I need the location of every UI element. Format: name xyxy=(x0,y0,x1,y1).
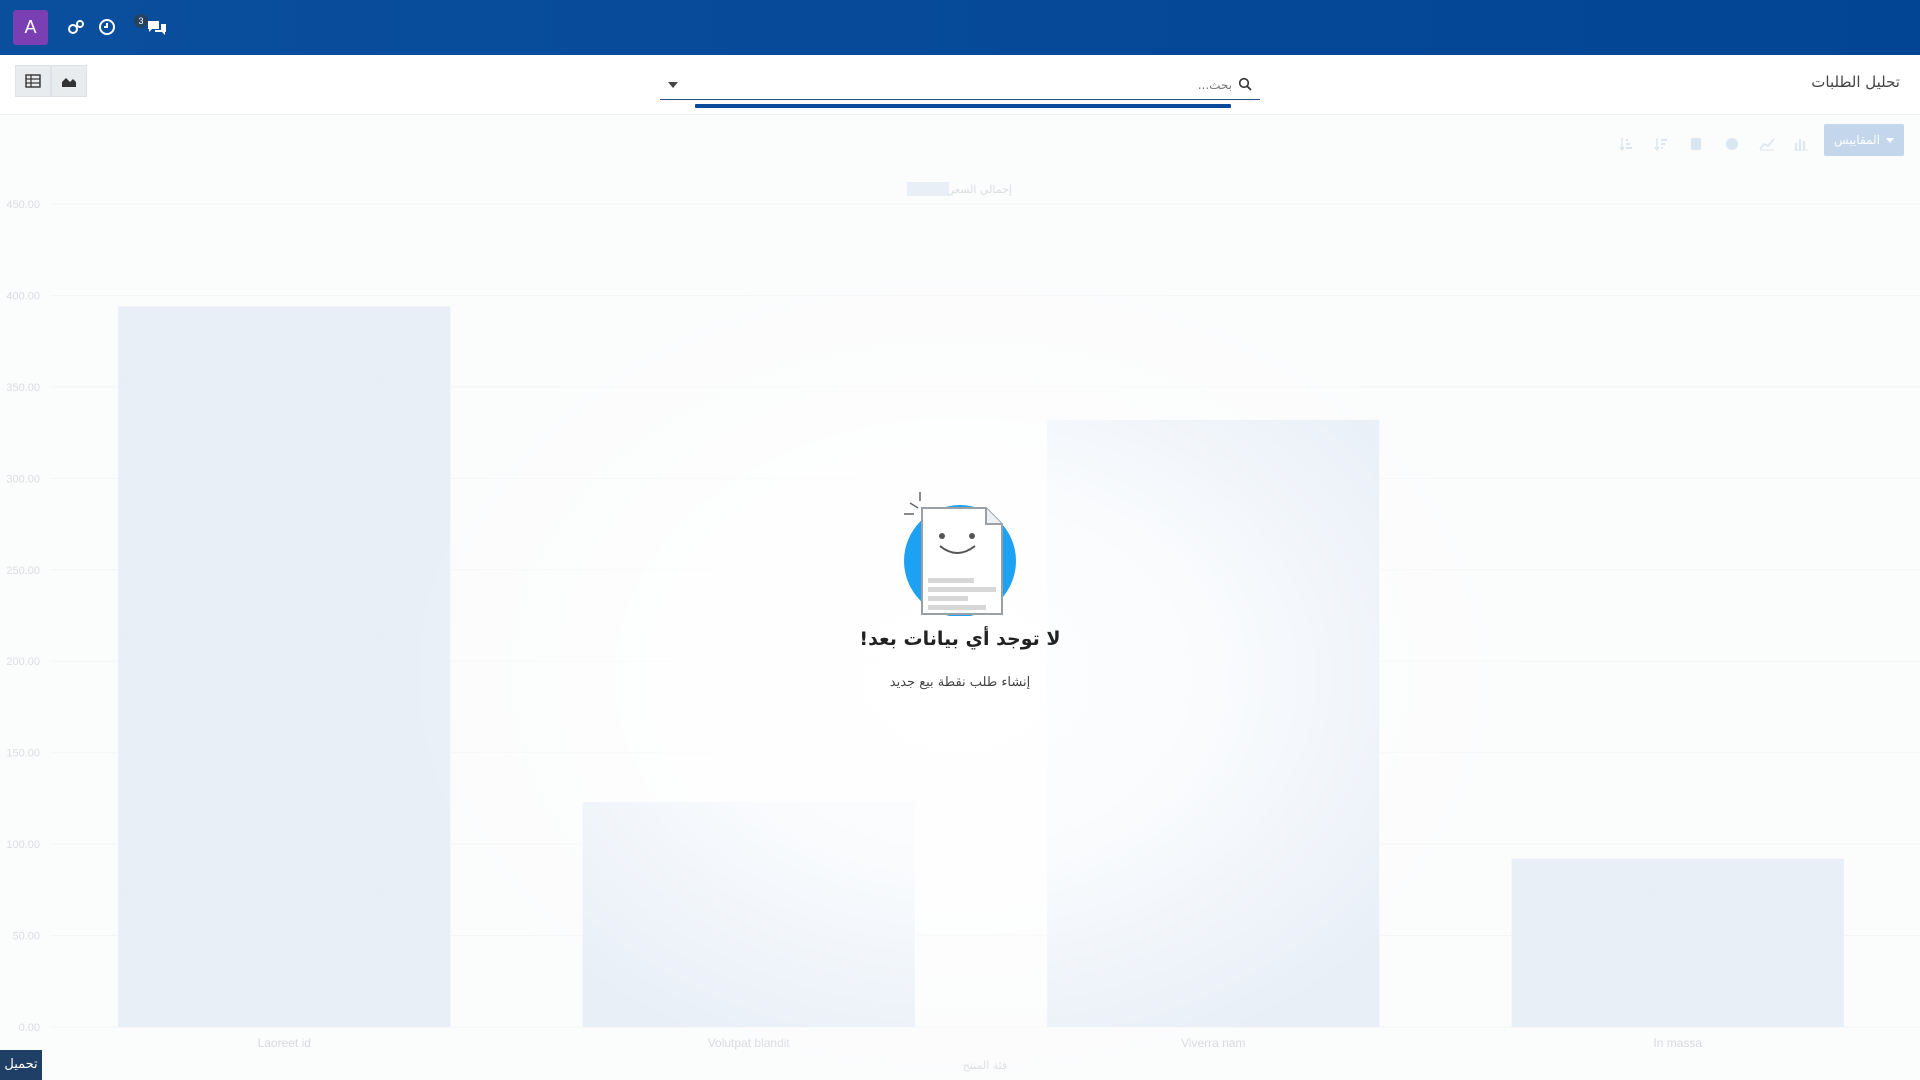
y-tick-label: 200.00 xyxy=(6,656,40,668)
x-tick-label: Viverra nam xyxy=(1181,1036,1245,1050)
search-options-caret[interactable] xyxy=(668,82,678,88)
messages-badge: 3 xyxy=(134,14,148,28)
table-icon xyxy=(25,74,41,88)
user-avatar[interactable]: A xyxy=(13,10,48,45)
x-axis-label: فئة المنتج xyxy=(963,1059,1007,1072)
y-tick-label: 150.00 xyxy=(6,748,40,760)
messages-icon[interactable] xyxy=(145,15,169,39)
empty-document-illustration xyxy=(904,492,1016,616)
search-bar xyxy=(660,70,1260,108)
legend-swatch[interactable] xyxy=(907,182,949,196)
pivot-view-button[interactable] xyxy=(15,65,51,97)
graph-view-button[interactable] xyxy=(51,65,87,97)
chart-bar xyxy=(118,306,451,1027)
y-tick-label: 300.00 xyxy=(6,473,40,485)
search-icon[interactable] xyxy=(1238,77,1252,91)
page-title: تحليل الطلبات xyxy=(1811,73,1900,91)
area-chart-icon xyxy=(62,78,76,87)
activity-icon[interactable] xyxy=(64,15,88,39)
x-tick-label: In massa xyxy=(1653,1036,1702,1050)
y-tick-label: 400.00 xyxy=(6,290,40,302)
download-button[interactable]: تحميل xyxy=(0,1050,42,1080)
y-tick-label: 350.00 xyxy=(6,382,40,394)
y-tick-label: 450.00 xyxy=(6,199,40,211)
y-tick-label: 250.00 xyxy=(6,565,40,577)
clock-icon[interactable] xyxy=(95,15,119,39)
search-loading-bar xyxy=(695,104,1231,108)
chart-bar xyxy=(1511,858,1844,1027)
top-navbar: A 3 xyxy=(0,0,1920,55)
empty-state-title: لا توجد أي بيانات بعد! xyxy=(859,628,1061,650)
empty-state-subtitle[interactable]: إنشاء طلب نقطة بيع جديد xyxy=(760,675,1160,690)
chart-bar xyxy=(1047,419,1380,1027)
search-input[interactable] xyxy=(692,73,1232,97)
y-tick-label: 0.00 xyxy=(19,1022,40,1034)
chart-bar xyxy=(582,802,915,1027)
x-tick-label: Laoreet id xyxy=(258,1036,311,1050)
control-panel: تحليل الطلبات xyxy=(0,55,1920,115)
legend-label: إجمالي السعر xyxy=(948,183,1012,196)
x-tick-label: Volutpat blandit xyxy=(708,1036,791,1050)
y-tick-label: 50.00 xyxy=(12,931,40,943)
y-tick-label: 100.00 xyxy=(6,839,40,851)
